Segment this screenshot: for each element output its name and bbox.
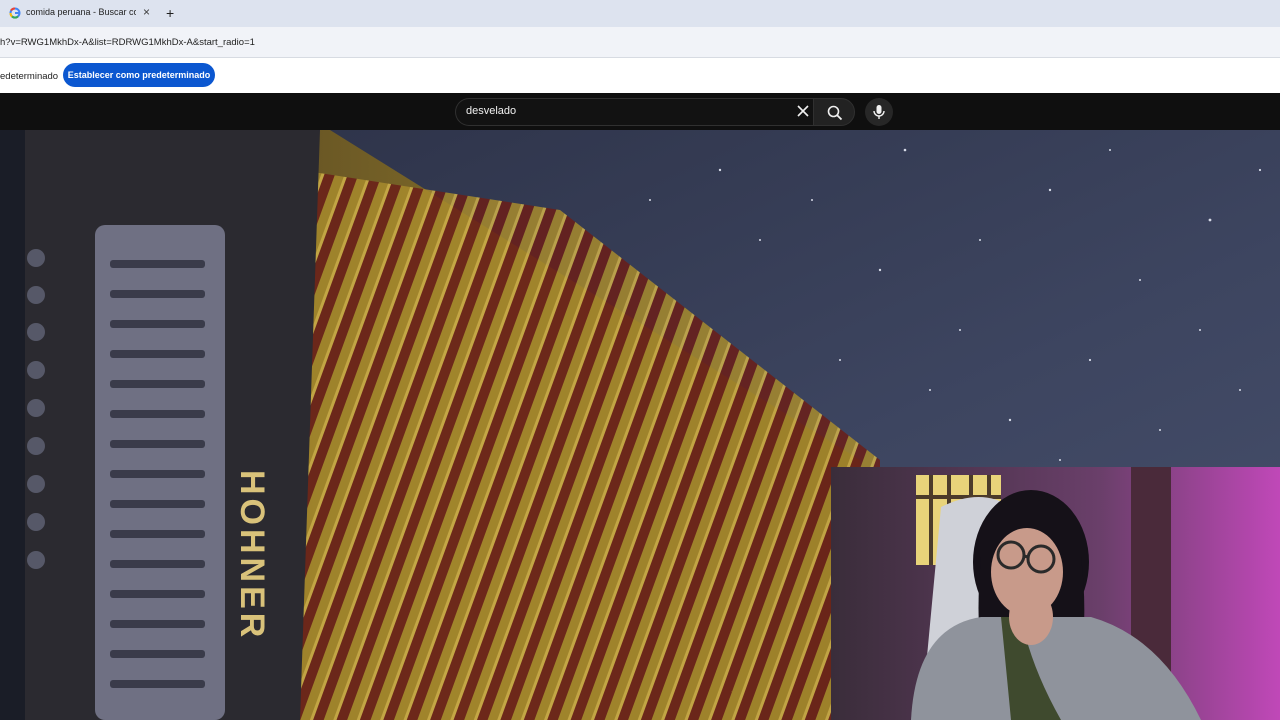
url-text[interactable]: h?v=RWG1MkhDx-A&list=RDRWG1MkhDx-A&start… [0,37,255,48]
default-browser-infobar: edeterminado Establecer como predetermin… [0,58,1280,93]
close-icon[interactable] [796,104,810,118]
search-icon [827,105,843,121]
video-player[interactable]: HOHNER [0,130,1280,720]
new-tab-button[interactable]: + [166,5,174,21]
search-input[interactable]: desvelado [466,105,516,117]
search-box[interactable]: desvelado [455,98,814,126]
google-icon [9,7,21,19]
microphone-icon [873,105,885,119]
browser-tab-strip: comida peruana - Buscar con G × + [0,0,1280,27]
video-left-edge [0,130,25,720]
address-bar[interactable]: h?v=RWG1MkhDx-A&list=RDRWG1MkhDx-A&start… [0,27,1280,58]
instrument-brand-text: HOHNER [233,470,271,641]
webcam-scene [831,467,1280,720]
webcam-overlay [831,467,1280,720]
set-default-button[interactable]: Establecer como predeterminado [63,63,215,87]
search-button[interactable] [813,98,855,126]
voice-search-button[interactable] [865,98,893,126]
youtube-header: desvelado [0,93,1280,130]
browser-tab[interactable]: comida peruana - Buscar con G × [0,0,158,27]
tab-title: comida peruana - Buscar con G [26,7,136,17]
infobar-text: edeterminado [0,71,59,82]
tab-close-button[interactable]: × [143,5,150,19]
